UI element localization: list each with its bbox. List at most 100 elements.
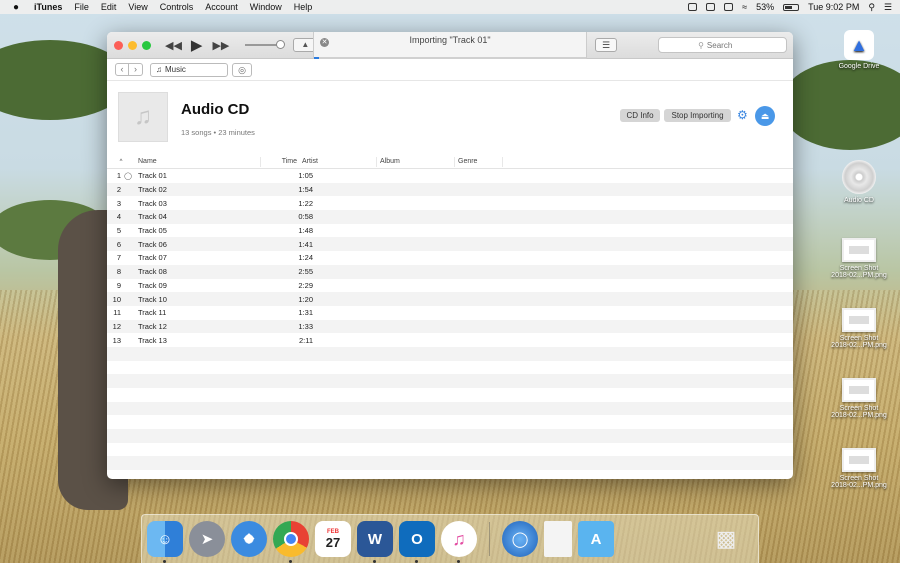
desktop-icon-label: Screen Shot [839, 265, 879, 272]
column-header-time[interactable]: Time [261, 157, 299, 167]
menu-view[interactable]: View [128, 2, 147, 12]
network-globe-icon[interactable]: ◯ [502, 521, 538, 557]
spotlight-icon[interactable]: ⚲ [868, 2, 875, 13]
track-time: 1:41 [298, 239, 313, 249]
document-icon[interactable] [544, 521, 572, 557]
library-selector[interactable]: ♫ Music [150, 62, 228, 77]
cd-info-button[interactable]: CD Info [620, 109, 660, 122]
launchpad-rocket-icon[interactable]: ➤ [189, 521, 225, 557]
track-table: ^ Name Time Artist Album Genre 1 ◯ Track 0… [107, 155, 793, 471]
desktop-icon-label: 2018-02...PM.png [831, 342, 887, 349]
microsoft-outlook-icon[interactable]: O [399, 521, 435, 563]
menu-controls[interactable]: Controls [160, 2, 194, 12]
album-artwork-placeholder: ♫ [118, 92, 168, 142]
safari-compass-icon[interactable]: ❖ [231, 521, 267, 557]
track-row[interactable]: 9 Track 09 2:29 [107, 279, 793, 293]
cancel-import-icon[interactable]: ✕ [320, 38, 329, 47]
notification-center-icon[interactable]: ☰ [884, 2, 892, 13]
track-row[interactable]: 1 ◯ Track 01 1:05 [107, 169, 793, 183]
track-time: 1:05 [298, 171, 313, 181]
menu-itunes[interactable]: iTunes [34, 2, 62, 12]
desktop-icon-screenshot[interactable]: Screen Shot 2018-02...PM.png [822, 238, 896, 279]
track-row[interactable]: 3 Track 03 1:22 [107, 196, 793, 210]
track-row[interactable]: 8 Track 08 2:55 [107, 264, 793, 279]
column-header-album[interactable]: Album [377, 156, 455, 167]
track-row[interactable]: 2 Track 02 1:54 [107, 182, 793, 197]
track-name: Track 07 [138, 253, 167, 263]
menu-edit[interactable]: Edit [101, 2, 117, 12]
up-next-list-button[interactable]: ☰ [595, 38, 617, 52]
track-name: Track 11 [138, 308, 167, 318]
track-time: 1:48 [298, 226, 313, 236]
chrome-icon[interactable] [273, 521, 309, 563]
battery-percent[interactable]: 53% [756, 2, 774, 12]
menu-help[interactable]: Help [294, 2, 313, 12]
next-track-icon[interactable]: ▶▶ [212, 39, 229, 52]
battery-icon[interactable] [783, 3, 800, 11]
menu-extra-icon[interactable] [688, 3, 698, 11]
minimize-window-button[interactable] [128, 40, 137, 50]
track-time: 1:33 [298, 321, 313, 331]
eject-cd-button[interactable]: ⏏ [755, 106, 775, 126]
desktop-icon-google-drive[interactable]: ▲ Google Drive [829, 30, 889, 70]
trash-icon[interactable]: ▩ [708, 521, 744, 557]
track-row[interactable]: 11 Track 11 1:31 [107, 306, 793, 320]
search-input[interactable] [706, 40, 747, 50]
itunes-icon[interactable]: ♫ [441, 521, 477, 563]
track-row[interactable]: 6 Track 06 1:41 [107, 237, 793, 252]
column-header-name[interactable]: Name [135, 156, 261, 167]
track-table-header: ^ Name Time Artist Album Genre [107, 155, 793, 169]
desktop-icon-screenshot[interactable]: Screen Shot 2018-02...PM.png [822, 378, 896, 419]
desktop-icon-screenshot[interactable]: Screen Shot 2018-02...PM.png [822, 308, 896, 349]
microsoft-word-icon[interactable]: W [357, 521, 393, 563]
import-settings-gear-icon[interactable]: ⚙ [737, 108, 748, 122]
track-name: Track 10 [138, 294, 167, 304]
empty-table-row [107, 401, 793, 416]
desktop-icon-screenshot[interactable]: Screen Shot 2018-02...PM.png [822, 448, 896, 489]
desktop-icon-label: Screen Shot [839, 475, 879, 482]
track-row[interactable]: 10 Track 10 1:20 [107, 292, 793, 306]
stop-importing-button[interactable]: Stop Importing [664, 109, 731, 122]
album-title: Audio CD [181, 101, 250, 118]
dock: ☺ ➤ ❖ FEB 27 W O ♫ ◯ A ▩ [141, 514, 759, 563]
track-row[interactable]: 12 Track 12 1:33 [107, 319, 793, 334]
calendar-icon[interactable]: FEB 27 [315, 521, 351, 557]
clock[interactable]: Tue 9:02 PM [808, 2, 859, 12]
apple-menu-icon[interactable]: ● [8, 2, 24, 13]
track-row[interactable]: 13 Track 13 2:11 [107, 333, 793, 347]
back-button[interactable]: ‹ [115, 63, 129, 76]
applications-folder-icon[interactable]: A [578, 521, 614, 557]
track-name: Track 05 [138, 226, 167, 236]
sort-chevron-icon[interactable]: ^ [107, 159, 135, 165]
desktop-icon-audio-cd[interactable]: Audio CD [829, 160, 889, 204]
track-time: 2:11 [298, 335, 313, 345]
google-drive-icon: ▲ [844, 30, 874, 60]
column-header-genre[interactable]: Genre [455, 156, 503, 167]
track-row[interactable]: 7 Track 07 1:24 [107, 251, 793, 265]
track-row[interactable]: 4 Track 04 0:58 [107, 210, 793, 224]
search-field[interactable]: ⚲ [658, 37, 787, 53]
column-header-artist[interactable]: Artist [299, 156, 377, 167]
drive-status-icon[interactable] [706, 3, 716, 11]
wifi-icon[interactable]: ≈ [742, 2, 747, 12]
play-icon[interactable]: ▶ [191, 36, 203, 54]
volume-knob[interactable] [276, 40, 286, 49]
track-rows: 1 ◯ Track 01 1:05 2 Track 02 1:54 3 Track 03 1:22… [107, 169, 793, 347]
menu-file[interactable]: File [74, 2, 89, 12]
cd-source-button[interactable]: ◎ [232, 62, 252, 77]
close-window-button[interactable] [114, 40, 123, 50]
airplay-status-icon[interactable] [724, 3, 734, 11]
track-name: Track 02 [138, 185, 167, 195]
desktop-icon-label: Google Drive [838, 63, 880, 70]
zoom-window-button[interactable] [142, 40, 151, 50]
track-number: 8 [116, 267, 121, 277]
finder-icon[interactable]: ☺ [147, 521, 183, 563]
track-number: 11 [113, 308, 121, 318]
volume-slider[interactable] [245, 40, 286, 49]
import-progress-bar [314, 57, 586, 59]
track-row[interactable]: 5 Track 05 1:48 [107, 224, 793, 238]
forward-button[interactable]: › [129, 63, 143, 76]
menu-window[interactable]: Window [250, 2, 282, 12]
menu-account[interactable]: Account [205, 2, 238, 12]
previous-track-icon[interactable]: ◀◀ [165, 39, 182, 52]
